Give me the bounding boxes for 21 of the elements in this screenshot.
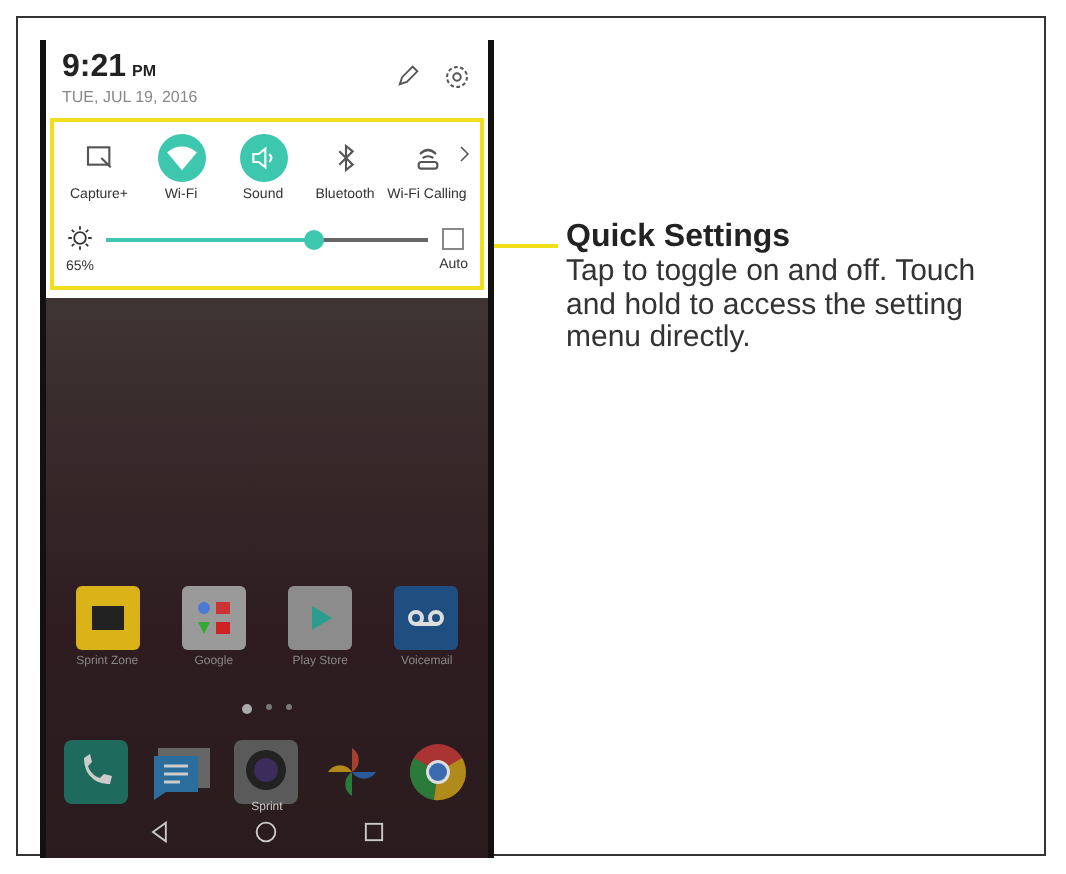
- app-icon[interactable]: [75, 586, 140, 650]
- settings-icon: [442, 62, 472, 92]
- callout-text: Tap to toggle on and off. Touch and hold to access the setting menu directly.: [566, 256, 978, 355]
- callout-title: Quick Settings: [566, 220, 793, 256]
- screen-capture-icon: [83, 142, 115, 174]
- voicemail-icon[interactable]: [394, 586, 459, 650]
- clock-time: 9:21 PM: [62, 50, 159, 86]
- wifi-icon: [165, 142, 197, 174]
- phone-icon[interactable]: [64, 740, 129, 804]
- home-icon: [252, 818, 281, 846]
- app-icon[interactable]: [288, 586, 353, 650]
- app-folder-icon[interactable]: [181, 586, 246, 650]
- auto-checkbox[interactable]: [442, 227, 465, 250]
- leader-line: [494, 244, 558, 248]
- date-text: TUE, JUL 19, 2016: [62, 88, 200, 106]
- brightness-icon: [66, 224, 94, 253]
- recent-apps-icon: [360, 818, 389, 846]
- quick-toggle[interactable]: [239, 134, 287, 182]
- pencil-icon: [394, 62, 422, 90]
- quick-toggle[interactable]: [157, 134, 205, 182]
- browser-icon[interactable]: [405, 740, 470, 804]
